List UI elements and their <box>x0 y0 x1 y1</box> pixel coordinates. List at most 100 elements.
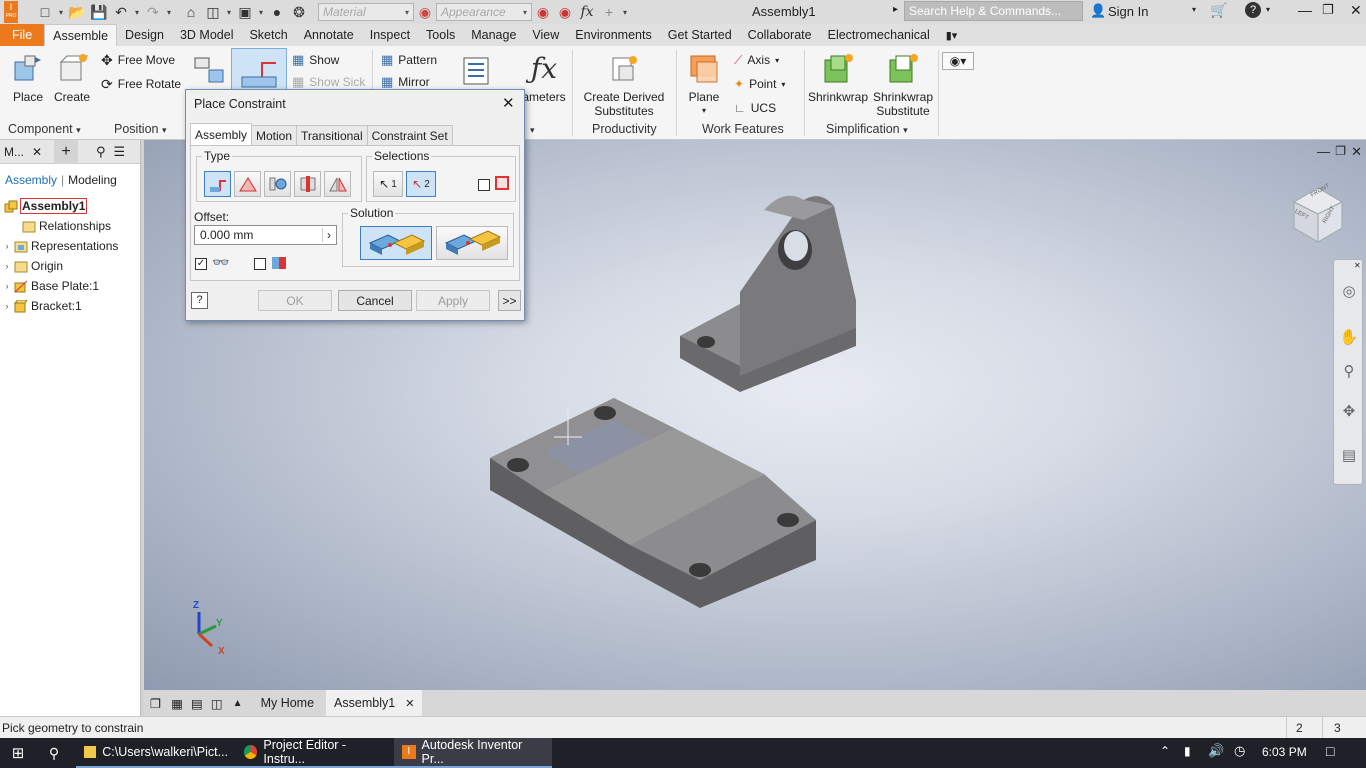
chevron-down-icon[interactable]: ▾ <box>256 8 266 17</box>
pick-part-first-checkbox[interactable] <box>478 179 490 191</box>
bill-of-materials-button[interactable] <box>460 54 494 88</box>
show-preview-checkbox[interactable]: ✓ <box>195 258 207 270</box>
selection-1-button[interactable]: ↖ 1 <box>373 171 403 197</box>
base-plate-part[interactable] <box>490 398 816 608</box>
look-at-icon[interactable]: ▤ <box>1338 444 1360 466</box>
panel-options-button[interactable]: ◉▾ <box>942 52 974 70</box>
material-combo[interactable]: Material ▾ <box>318 3 414 21</box>
group-label-position[interactable]: Position ▾ <box>114 122 167 136</box>
home-icon[interactable]: ⌂ <box>180 2 202 22</box>
volume-icon[interactable]: 🔊 <box>1208 743 1224 759</box>
save-icon[interactable]: 💾 <box>88 2 110 22</box>
tangent-constraint-button[interactable] <box>264 171 291 197</box>
tab-file[interactable]: File <box>0 24 45 46</box>
chevron-down-icon[interactable]: ▾ <box>224 8 234 17</box>
symmetry-constraint-button[interactable] <box>324 171 351 197</box>
add-icon[interactable]: + <box>598 2 620 22</box>
flush-solution-button[interactable] <box>436 226 508 260</box>
ucs-button[interactable]: ∟ UCS <box>734 98 776 118</box>
tab-electromechanical[interactable]: Electromechanical <box>820 24 938 46</box>
tree-node-assembly1[interactable]: Assembly1 <box>0 196 140 216</box>
tile-vertical-icon[interactable]: ◫ <box>207 690 227 716</box>
cascade-icon[interactable]: ❐ <box>144 690 167 716</box>
tab-annotate[interactable]: Annotate <box>296 24 362 46</box>
show-hidden-icons[interactable]: ⌃ <box>1160 744 1170 758</box>
tree-node-relationships[interactable]: Relationships <box>0 216 140 236</box>
search-input[interactable]: Search Help & Commands... <box>904 1 1083 21</box>
mirror-button[interactable]: ▦ Mirror <box>381 74 430 90</box>
tab-inspect[interactable]: Inspect <box>362 24 418 46</box>
group-label-more[interactable]: ▾ <box>530 122 535 136</box>
parameters-button[interactable]: ƒx ameters <box>522 52 566 104</box>
ok-button[interactable]: OK <box>258 290 332 311</box>
menu-icon[interactable]: ☰ <box>114 144 126 160</box>
clock[interactable]: 6:03 PM <box>1262 745 1307 759</box>
chevron-down-icon[interactable]: ▾ <box>164 8 174 17</box>
cancel-button[interactable]: Cancel <box>338 290 412 311</box>
free-rotate-button[interactable]: ⟳ Free Rotate <box>101 74 181 94</box>
mate-solution-button[interactable] <box>360 226 432 260</box>
app-logo-icon[interactable]: I PRO <box>4 1 18 23</box>
point-button[interactable]: ✦ Point ▾ <box>734 74 785 94</box>
steering-wheel-icon[interactable]: ◎ <box>1338 280 1360 302</box>
axis-button[interactable]: ⟋ Axis ▾ <box>734 50 779 70</box>
show-button[interactable]: ▦ Show <box>292 50 339 70</box>
chevron-right-icon[interactable]: › <box>322 228 331 242</box>
bracket-part[interactable] <box>680 195 856 392</box>
predict-offset-checkbox[interactable] <box>254 258 266 270</box>
tab-assembly1[interactable]: Assembly1 ✕ <box>326 690 423 716</box>
restore-icon[interactable]: ❐ <box>1322 2 1334 18</box>
group-label-simplification[interactable]: Simplification ▾ <box>826 122 908 136</box>
tab-my-home[interactable]: My Home <box>249 690 326 716</box>
joint-button[interactable] <box>193 52 227 88</box>
close-icon[interactable]: ✕ <box>405 697 414 710</box>
tab-tools[interactable]: Tools <box>418 24 463 46</box>
measure-icon[interactable]: ● <box>266 2 288 22</box>
wifi-icon[interactable]: ◷ <box>1234 743 1245 759</box>
taskbar-item-inventor[interactable]: I Autodesk Inventor Pr... <box>394 738 552 768</box>
navbar-close-icon[interactable]: ✕ <box>1354 261 1361 270</box>
tree-node-bracket[interactable]: › Bracket:1 <box>0 296 140 316</box>
tab-transitional[interactable]: Transitional <box>296 125 368 145</box>
pattern-button[interactable]: ▦ Pattern <box>381 50 437 70</box>
shrinkwrap-substitute-button[interactable]: Shrinkwrap Substitute <box>872 52 934 118</box>
angle-constraint-button[interactable] <box>234 171 261 197</box>
place-button[interactable]: Place <box>8 52 48 104</box>
tree-node-base-plate[interactable]: › Base Plate:1 <box>0 276 140 296</box>
redo-icon[interactable]: ↷ <box>142 2 164 22</box>
tab-3d-model[interactable]: 3D Model <box>172 24 242 46</box>
fx-icon[interactable]: fx <box>576 2 598 22</box>
tile-horizontal-icon[interactable]: ▤ <box>187 690 207 716</box>
close-icon[interactable]: ✕ <box>32 145 48 159</box>
user-icon[interactable]: 👤 <box>1090 3 1106 19</box>
tree-node-representations[interactable]: › Representations <box>0 236 140 256</box>
tab-design[interactable]: Design <box>117 24 172 46</box>
chevron-down-icon[interactable]: ▾ <box>56 8 66 17</box>
dialog-close-button[interactable]: ✕ <box>502 94 515 112</box>
start-button[interactable]: ⊞ <box>0 738 36 768</box>
tab-constraint-set[interactable]: Constraint Set <box>366 125 453 145</box>
close-icon[interactable]: ✕ <box>1350 2 1362 19</box>
tree-node-origin[interactable]: › Origin <box>0 256 140 276</box>
create-derived-substitutes-button[interactable]: Create Derived Substitutes <box>582 52 666 118</box>
tab-assemble[interactable]: Assemble <box>44 24 118 46</box>
panel-visibility-icon[interactable]: ▮▾ <box>938 24 966 46</box>
selection-2-button[interactable]: ↖ 2 <box>406 171 436 197</box>
group-label-component[interactable]: Component ▾ <box>8 122 81 136</box>
more-button[interactable]: >> <box>498 290 521 311</box>
tab-motion[interactable]: Motion <box>251 125 298 145</box>
battery-icon[interactable]: ▮ <box>1184 744 1191 758</box>
tab-get-started[interactable]: Get Started <box>660 24 740 46</box>
create-button[interactable]: Create <box>52 52 92 104</box>
insert-constraint-button[interactable] <box>294 171 321 197</box>
tab-manage[interactable]: Manage <box>463 24 524 46</box>
constrain-button[interactable] <box>231 48 287 92</box>
expand-icon[interactable]: › <box>2 301 12 311</box>
tab-collaborate[interactable]: Collaborate <box>740 24 820 46</box>
help-icon[interactable]: ? <box>1245 2 1261 18</box>
chevron-down-icon[interactable]: ▾ <box>620 8 630 17</box>
tab-environments[interactable]: Environments <box>567 24 659 46</box>
undo-icon[interactable]: ↶ <box>110 2 132 22</box>
notifications-icon[interactable]: □ <box>1326 743 1334 759</box>
offset-input[interactable]: 0.000 mm › <box>194 225 337 245</box>
